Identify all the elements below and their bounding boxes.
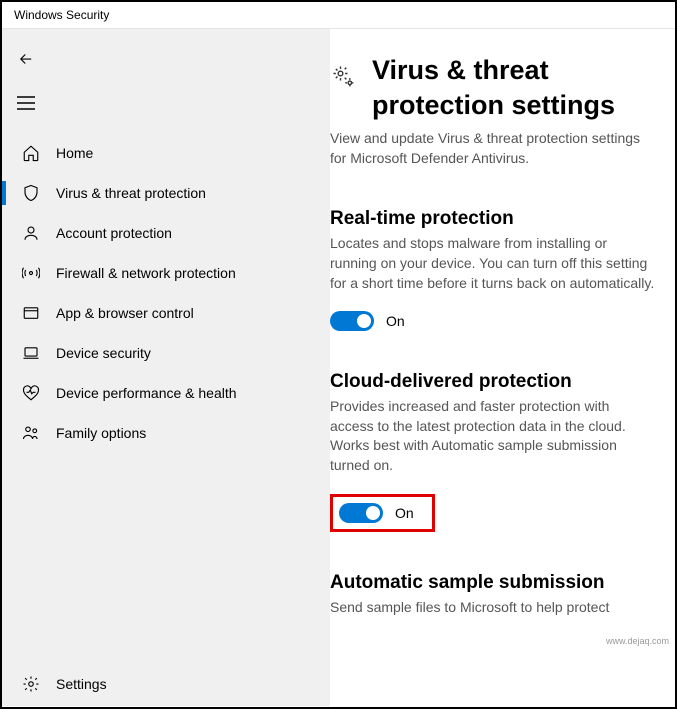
realtime-heading: Real-time protection	[330, 208, 655, 230]
network-icon	[20, 264, 42, 282]
settings-label: Settings	[56, 676, 107, 692]
sidebar-item-firewall[interactable]: Firewall & network protection	[2, 253, 330, 293]
sidebar-item-label: Device performance & health	[56, 385, 237, 401]
realtime-toggle-label: On	[386, 313, 405, 329]
realtime-body: Locates and stops malware from installin…	[330, 234, 655, 293]
window-title: Windows Security	[2, 2, 675, 29]
autosample-body: Send sample files to Microsoft to help p…	[330, 598, 655, 618]
nav-list: Home Virus & threat protection Account p…	[2, 133, 330, 662]
cloud-toggle[interactable]	[339, 503, 383, 523]
home-icon	[20, 144, 42, 162]
realtime-toggle[interactable]	[330, 311, 374, 331]
person-icon	[20, 224, 42, 242]
cloud-toggle-label: On	[395, 505, 414, 521]
heart-icon	[20, 384, 42, 402]
browser-icon	[20, 304, 42, 322]
sidebar-item-label: App & browser control	[56, 305, 194, 321]
main-content: Virus & threat protection settings View …	[330, 29, 675, 706]
page-subtitle: View and update Virus & threat protectio…	[330, 129, 655, 168]
sidebar-item-app-browser[interactable]: App & browser control	[2, 293, 330, 333]
back-arrow-icon	[17, 50, 35, 68]
sidebar-item-label: Home	[56, 145, 93, 161]
sidebar-item-label: Device security	[56, 345, 151, 361]
page-title: Virus & threat protection settings	[372, 53, 655, 123]
sidebar-item-device-security[interactable]: Device security	[2, 333, 330, 373]
cloud-heading: Cloud-delivered protection	[330, 371, 655, 393]
app-container: Home Virus & threat protection Account p…	[2, 29, 675, 706]
autosample-heading: Automatic sample submission	[330, 572, 655, 594]
cloud-body: Provides increased and faster protection…	[330, 397, 655, 475]
settings-gears-icon	[330, 63, 358, 91]
annotation-highlight: On	[330, 494, 435, 532]
sidebar-item-label: Account protection	[56, 225, 172, 241]
sidebar-item-label: Virus & threat protection	[56, 185, 206, 201]
sidebar-item-account[interactable]: Account protection	[2, 213, 330, 253]
watermark: www.dejaq.com	[606, 636, 669, 646]
back-button[interactable]	[6, 41, 46, 77]
sidebar-item-virus-threat[interactable]: Virus & threat protection	[2, 173, 330, 213]
sidebar: Home Virus & threat protection Account p…	[2, 29, 330, 706]
sidebar-item-label: Family options	[56, 425, 146, 441]
sidebar-item-label: Firewall & network protection	[56, 265, 236, 281]
family-icon	[20, 424, 42, 442]
device-icon	[20, 344, 42, 362]
shield-icon	[20, 184, 42, 202]
sidebar-item-settings[interactable]: Settings	[2, 662, 330, 706]
sidebar-item-home[interactable]: Home	[2, 133, 330, 173]
menu-button[interactable]	[6, 85, 46, 121]
sidebar-item-performance[interactable]: Device performance & health	[2, 373, 330, 413]
hamburger-icon	[17, 96, 35, 110]
gear-icon	[20, 675, 42, 693]
sidebar-item-family[interactable]: Family options	[2, 413, 330, 453]
